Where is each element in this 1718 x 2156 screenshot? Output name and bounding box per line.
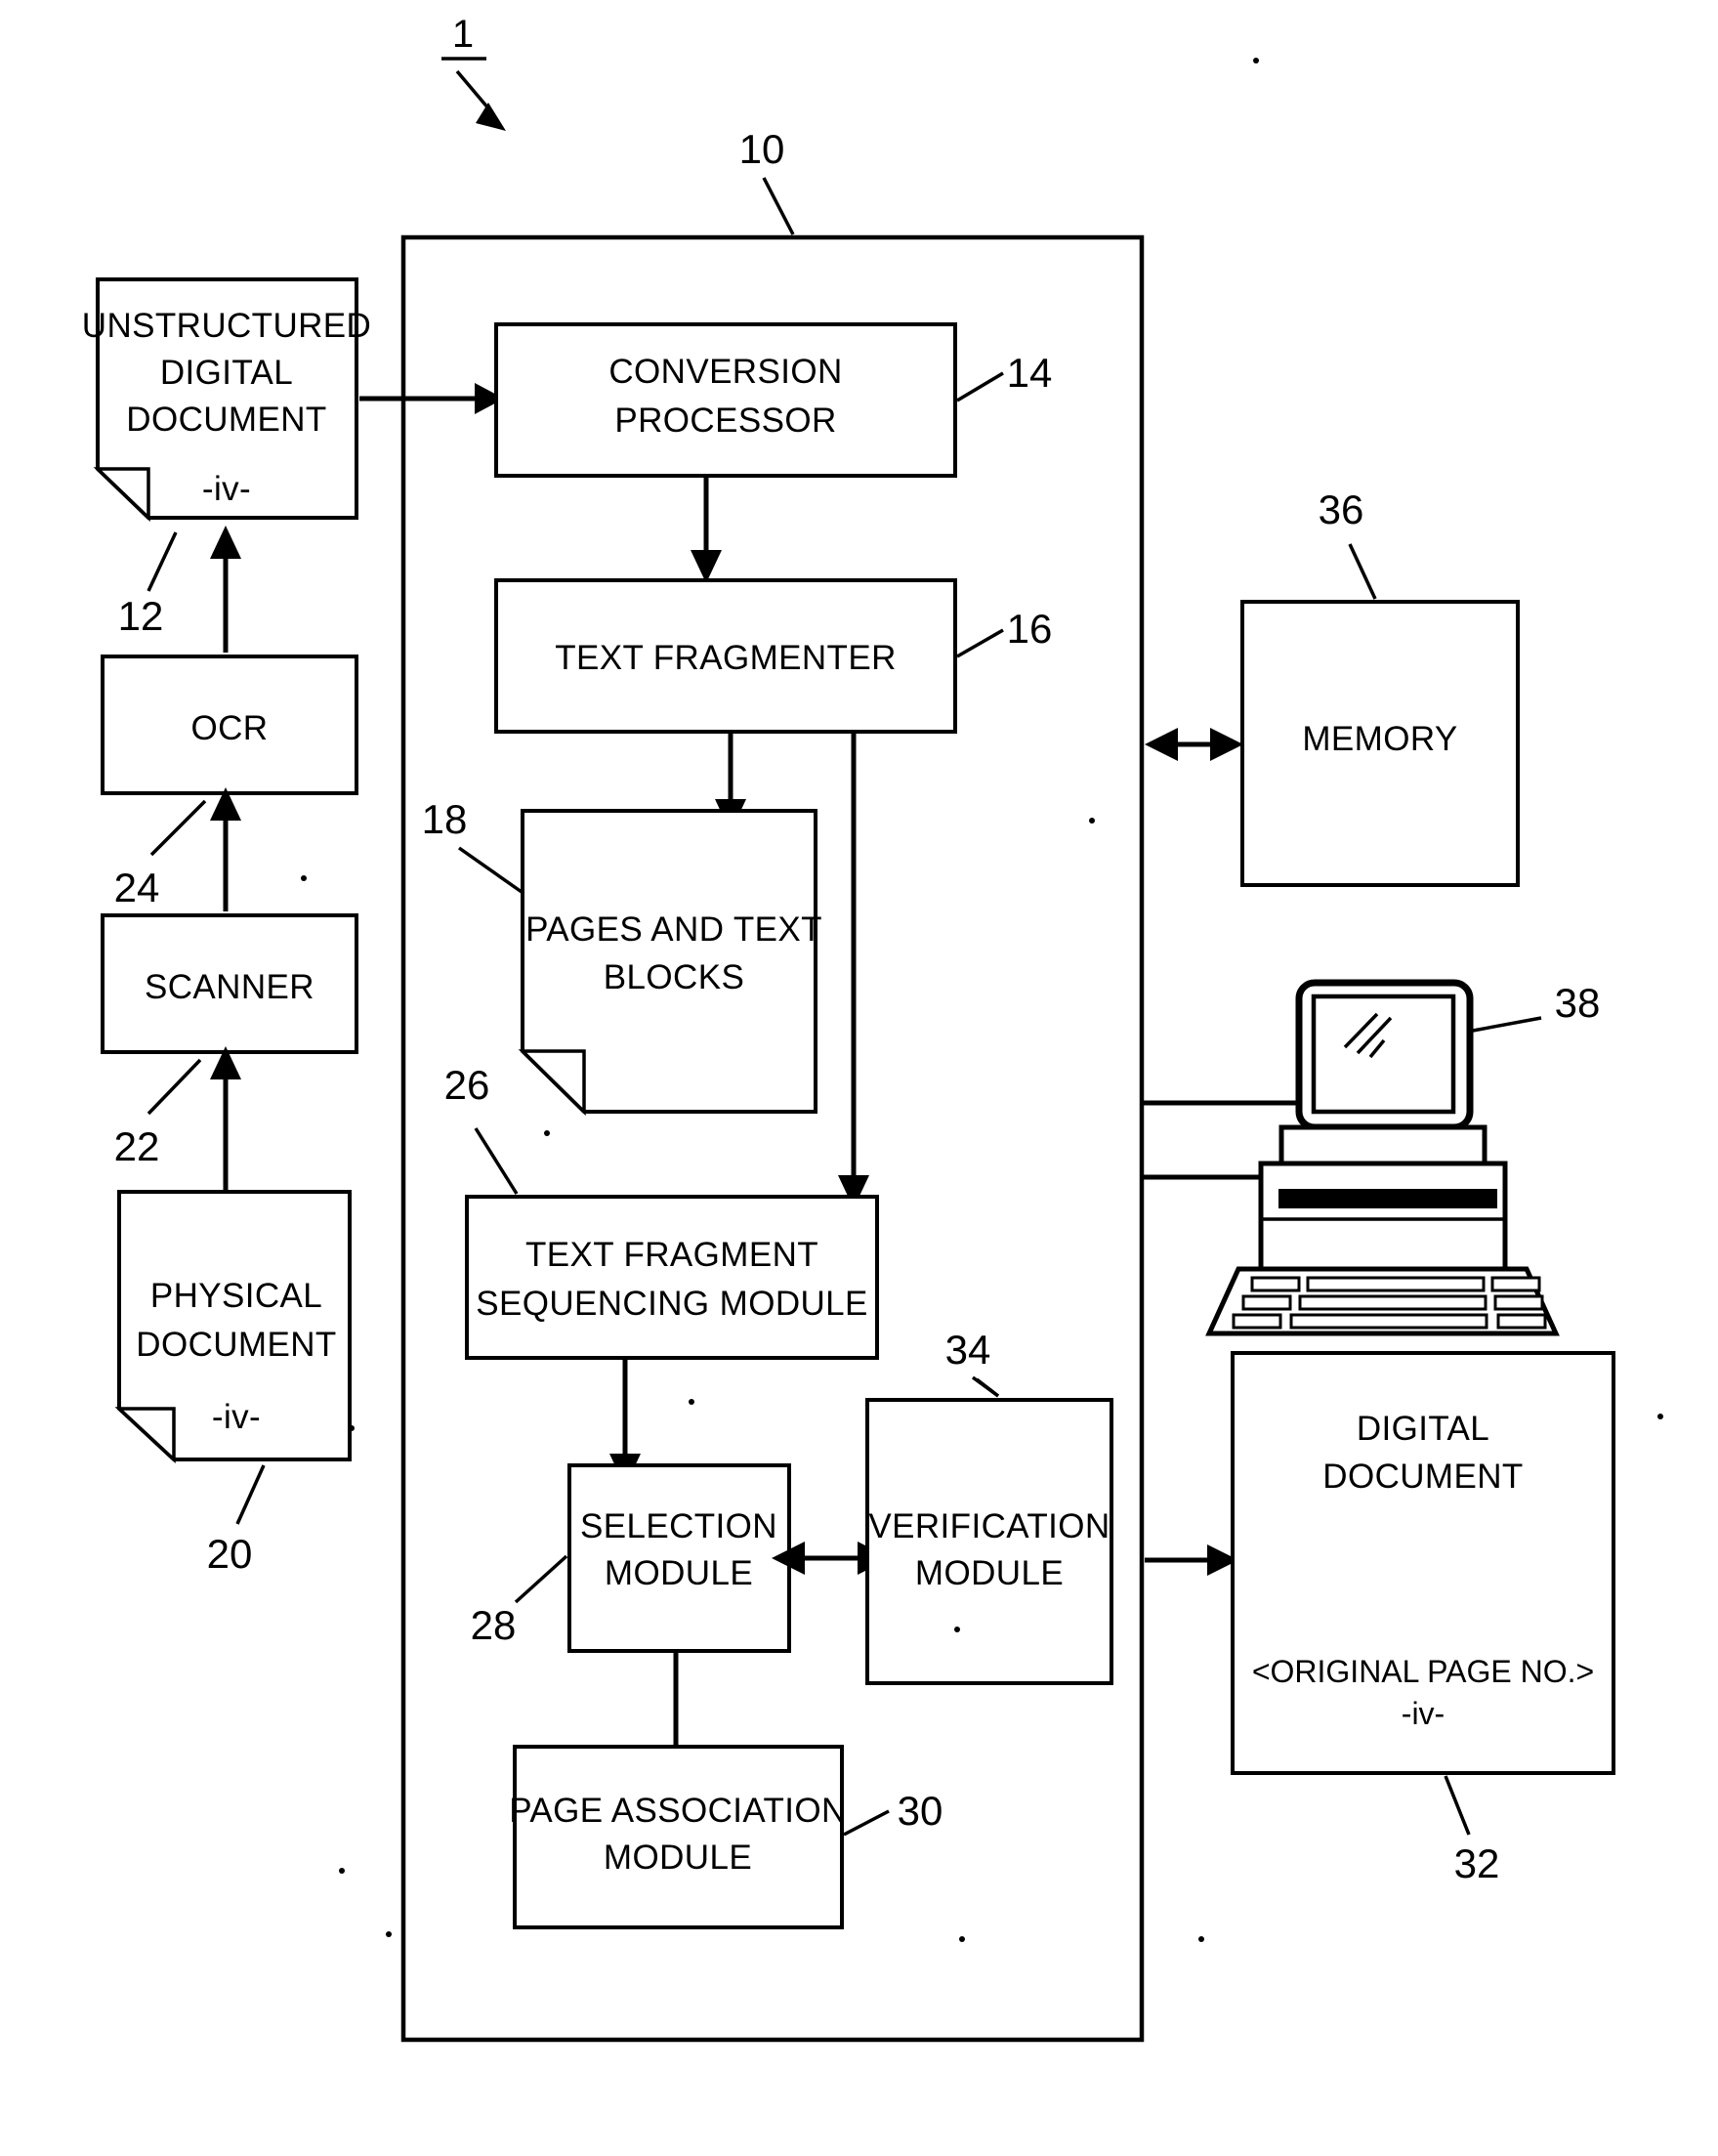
pages-doc-fold-icon bbox=[518, 1049, 586, 1117]
digital-document-line1: DIGITAL bbox=[1357, 1410, 1489, 1448]
arrow-head-right bbox=[1210, 728, 1243, 761]
digital-document-line2: DOCUMENT bbox=[1322, 1458, 1523, 1496]
ref-12-label: 12 bbox=[118, 593, 164, 639]
arrow-unstructured-to-conversion bbox=[359, 383, 504, 414]
ref-22-label: 22 bbox=[114, 1123, 160, 1169]
figure-number-group: 1 bbox=[441, 13, 506, 131]
unstructured-doc-line1: UNSTRUCTURED bbox=[82, 307, 371, 345]
computer-chassis bbox=[1258, 1161, 1508, 1272]
conversion-processor-box bbox=[494, 322, 957, 478]
ref-34-leader2 bbox=[971, 1375, 1000, 1398]
text-fragmenter-group: TEXT FRAGMENTER 16 bbox=[494, 578, 1053, 734]
ref-16-label: 16 bbox=[1007, 606, 1053, 652]
ref-16-leader bbox=[956, 628, 1004, 658]
arrow-physical-to-scanner bbox=[210, 1046, 241, 1190]
sequencing-module-line1: TEXT FRAGMENT bbox=[525, 1236, 818, 1274]
ref-34-label: 34 bbox=[945, 1327, 991, 1373]
ref-24-label: 24 bbox=[114, 865, 160, 910]
arrow-system-memory-bidirectional bbox=[1145, 728, 1243, 761]
conversion-processor-line1: CONVERSION bbox=[608, 353, 842, 391]
ref-18-leader bbox=[457, 846, 524, 894]
arrow-head bbox=[691, 550, 722, 583]
monitor-screen bbox=[1311, 993, 1456, 1115]
ocr-label: OCR bbox=[191, 709, 269, 747]
ref-14-leader bbox=[956, 371, 1004, 402]
ocr-group: OCR 24 bbox=[101, 655, 358, 910]
ref-28-leader bbox=[514, 1554, 568, 1604]
ref-14-label: 14 bbox=[1007, 350, 1053, 396]
selection-module-group: SELECTION MODULE 28 bbox=[471, 1463, 791, 1653]
drive-slot bbox=[1278, 1189, 1497, 1208]
arrow-head bbox=[210, 526, 241, 559]
scanner-group: SCANNER 22 bbox=[101, 913, 358, 1169]
ref-20-label: 20 bbox=[207, 1531, 253, 1577]
patent-figure: 1 10 UNSTRUCTURED DIGITAL DOCUMENT -iv- … bbox=[0, 0, 1718, 2156]
ref-22-leader bbox=[147, 1058, 202, 1116]
digital-document-group: DIGITAL DOCUMENT <ORIGINAL PAGE NO.> -iv… bbox=[1231, 1351, 1615, 1886]
physical-document-group: PHYSICAL DOCUMENT -iv- 20 bbox=[114, 1190, 352, 1577]
pages-and-text-blocks-line2: BLOCKS bbox=[604, 958, 744, 996]
system-ref-10: 10 bbox=[739, 126, 785, 172]
text-fragment-sequencing-module-box bbox=[465, 1195, 879, 1360]
physical-doc-line2: DOCUMENT bbox=[136, 1326, 336, 1364]
arrow-fragmenter-to-sequencing bbox=[838, 734, 869, 1208]
physical-doc-fold-icon bbox=[114, 1407, 176, 1464]
arrow-head-left bbox=[1145, 728, 1178, 761]
arrow-system-to-digital-document bbox=[1145, 1544, 1238, 1576]
keyboard-keys-group bbox=[1232, 1276, 1547, 1330]
arrow-scanner-to-ocr bbox=[210, 787, 241, 911]
sequencing-module-line2: SEQUENCING MODULE bbox=[476, 1285, 868, 1323]
memory-label: MEMORY bbox=[1302, 720, 1457, 758]
page-association-module-box bbox=[513, 1745, 844, 1929]
figure-pointer-arrowhead bbox=[476, 103, 506, 131]
arrow-ocr-to-unstructured bbox=[210, 526, 241, 653]
unstructured-doc-page-marker: -iv- bbox=[202, 470, 251, 508]
ref-24-leader bbox=[149, 799, 207, 857]
ref-20-leader bbox=[235, 1464, 266, 1525]
page-association-module-group: PAGE ASSOCIATION MODULE 30 bbox=[509, 1745, 943, 1929]
scanner-label: SCANNER bbox=[145, 968, 314, 1006]
monitor-neck bbox=[1278, 1124, 1488, 1166]
ref-38-leader bbox=[1472, 1016, 1542, 1033]
unstructured-doc-line3: DOCUMENT bbox=[126, 401, 326, 439]
ref-32-leader bbox=[1444, 1775, 1471, 1836]
ref-12-leader bbox=[147, 531, 178, 592]
memory-group: MEMORY 36 bbox=[1240, 486, 1520, 887]
ref-36-label: 36 bbox=[1319, 486, 1364, 532]
ref-32-label: 32 bbox=[1454, 1840, 1500, 1886]
physical-doc-page-marker: -iv- bbox=[212, 1398, 261, 1436]
computer-workstation-group: 38 bbox=[1141, 979, 1601, 1336]
digital-document-original-page-no: <ORIGINAL PAGE NO.> bbox=[1252, 1654, 1594, 1689]
selection-module-line2: MODULE bbox=[605, 1554, 753, 1592]
unstructured-doc-fold-icon bbox=[93, 467, 150, 523]
page-association-line2: MODULE bbox=[604, 1839, 752, 1877]
pages-and-text-blocks-line1: PAGES AND TEXT bbox=[525, 910, 822, 949]
text-fragmenter-label: TEXT FRAGMENTER bbox=[555, 639, 897, 677]
page-association-line1: PAGE ASSOCIATION bbox=[509, 1792, 846, 1830]
verification-module-line1: VERIFICATION bbox=[868, 1507, 1110, 1545]
ref-30-label: 30 bbox=[898, 1788, 943, 1834]
figure-number: 1 bbox=[452, 13, 474, 56]
verification-module-group: VERIFICATION MODULE 34 bbox=[865, 1327, 1113, 1685]
ref-38-label: 38 bbox=[1555, 980, 1601, 1026]
arrow-conversion-to-fragmenter bbox=[691, 478, 722, 583]
selection-module-line1: SELECTION bbox=[580, 1507, 777, 1545]
ref-30-leader bbox=[843, 1809, 890, 1837]
conversion-processor-group: CONVERSION PROCESSOR 14 bbox=[494, 322, 1053, 478]
unstructured-doc-line2: DIGITAL bbox=[160, 354, 293, 392]
system-leader-line bbox=[762, 177, 795, 235]
verification-module-line2: MODULE bbox=[915, 1554, 1064, 1592]
ref-18-label: 18 bbox=[422, 796, 468, 842]
block-diagram-svg: 1 10 UNSTRUCTURED DIGITAL DOCUMENT -iv- … bbox=[82, 13, 1663, 2043]
ref-28-label: 28 bbox=[471, 1602, 517, 1648]
ref-26-label: 26 bbox=[444, 1062, 490, 1108]
ref-36-leader bbox=[1348, 543, 1377, 600]
conversion-processor-line2: PROCESSOR bbox=[614, 402, 836, 440]
physical-doc-line1: PHYSICAL bbox=[150, 1277, 322, 1315]
digital-document-page-marker: -iv- bbox=[1402, 1696, 1445, 1731]
ref-26-leader bbox=[474, 1127, 519, 1195]
